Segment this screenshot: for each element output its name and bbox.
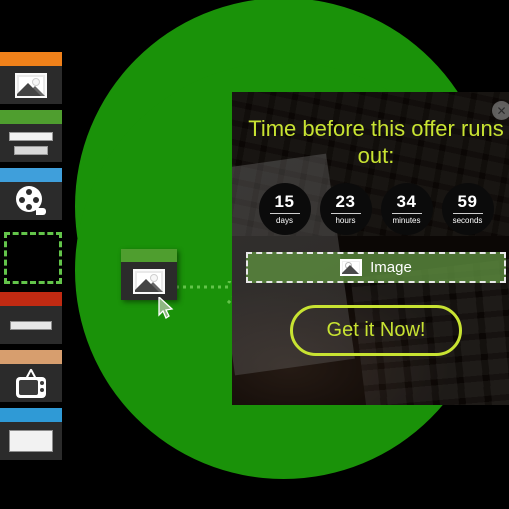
canvas: ✕ Time before this offer runs out: 15 da… bbox=[0, 0, 509, 509]
widget-body bbox=[0, 364, 62, 402]
widget-header-bar bbox=[0, 350, 62, 364]
box-icon bbox=[9, 430, 53, 452]
image-icon bbox=[340, 259, 363, 276]
cta-row: Get it Now! bbox=[244, 305, 508, 356]
countdown-label: hours bbox=[335, 216, 356, 225]
image-dropzone[interactable]: Image bbox=[246, 252, 506, 283]
sidebar-item-tv-widget[interactable] bbox=[0, 350, 62, 402]
dragged-image-widget[interactable] bbox=[121, 249, 177, 300]
sidebar-item-form-widget[interactable] bbox=[0, 408, 62, 460]
countdown-cell-seconds: 59 seconds bbox=[441, 183, 494, 235]
get-it-now-button[interactable]: Get it Now! bbox=[289, 305, 463, 356]
widget-header-bar bbox=[0, 110, 62, 124]
widget-header-bar bbox=[0, 292, 62, 306]
countdown-value: 34 bbox=[396, 192, 417, 211]
single-line-icon bbox=[10, 320, 52, 330]
sidebar-item-text-widget[interactable] bbox=[0, 110, 62, 162]
widget-header-bar bbox=[0, 408, 62, 422]
countdown-divider bbox=[330, 213, 361, 214]
sidebar-item-image-widget[interactable] bbox=[0, 52, 62, 104]
film-reel-icon bbox=[16, 186, 46, 216]
popup-headline: Time before this offer runs out: bbox=[248, 116, 504, 168]
countdown-divider bbox=[391, 213, 422, 214]
countdown-value: 23 bbox=[335, 192, 356, 211]
countdown-offer-popup: ✕ Time before this offer runs out: 15 da… bbox=[232, 92, 509, 405]
countdown-cell-minutes: 34 minutes bbox=[380, 183, 433, 235]
countdown-label: minutes bbox=[392, 216, 421, 225]
close-icon[interactable]: ✕ bbox=[492, 101, 509, 120]
countdown-cell-days: 15 days bbox=[258, 183, 311, 235]
tv-icon bbox=[14, 368, 48, 398]
widget-body bbox=[0, 124, 62, 162]
sidebar-item-video-widget[interactable] bbox=[0, 168, 62, 220]
widget-body bbox=[0, 66, 62, 104]
sidebar-item-empty-slot[interactable] bbox=[4, 232, 62, 284]
widget-header-bar bbox=[0, 168, 62, 182]
photo-icon bbox=[133, 268, 165, 294]
countdown-divider bbox=[269, 213, 300, 214]
widget-header-bar bbox=[121, 249, 177, 262]
countdown-label: days bbox=[276, 216, 293, 225]
widget-body bbox=[0, 306, 62, 344]
widget-header-bar bbox=[0, 52, 62, 66]
lines-icon bbox=[9, 131, 53, 155]
sidebar-item-button-widget[interactable] bbox=[0, 292, 62, 344]
countdown-label: seconds bbox=[452, 216, 483, 225]
widget-body bbox=[0, 422, 62, 460]
widget-body bbox=[0, 182, 62, 220]
photo-icon bbox=[15, 72, 47, 98]
countdown-value: 15 bbox=[274, 192, 295, 211]
widget-body bbox=[121, 262, 177, 300]
countdown-value: 59 bbox=[457, 192, 478, 211]
arrow-cursor bbox=[158, 297, 174, 319]
popup-content: Time before this offer runs out: 15 days… bbox=[232, 92, 509, 356]
countdown-cell-hours: 23 hours bbox=[319, 183, 372, 235]
countdown-divider bbox=[452, 213, 483, 214]
dropzone-label: Image bbox=[370, 259, 412, 276]
countdown-timer: 15 days 23 hours 34 minutes 59 seconds bbox=[244, 183, 508, 235]
